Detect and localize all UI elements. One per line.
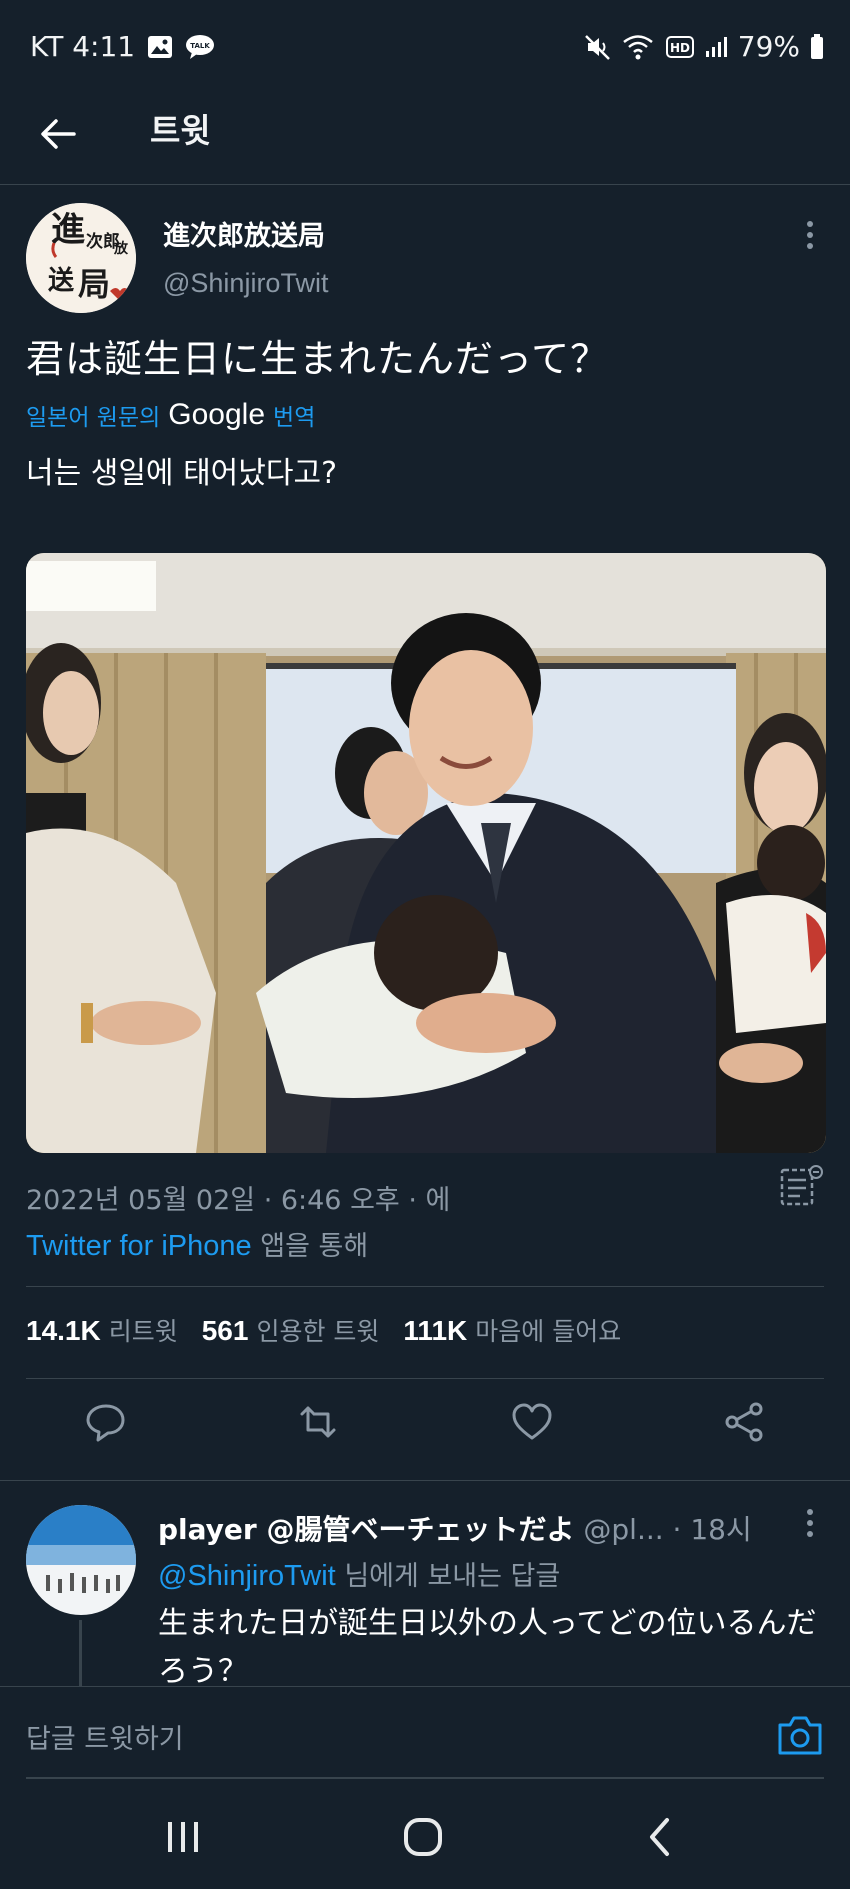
- svg-text:HD: HD: [670, 41, 690, 55]
- battery-icon: [810, 33, 824, 60]
- source-link[interactable]: Twitter for iPhone: [26, 1230, 252, 1262]
- reply-composer: 답글 트윗하기: [0, 1686, 850, 1779]
- like-icon[interactable]: [510, 1400, 554, 1444]
- author-name[interactable]: 進次郎放送局: [163, 214, 325, 253]
- reply-more-options-icon[interactable]: [800, 1506, 820, 1540]
- signal-icon: [704, 35, 728, 59]
- tweet-stats: 14.1K 리트윗 561 인용한 트윗 111K 마음에 들어요: [26, 1312, 621, 1348]
- replying-to-handle[interactable]: @ShinjiroTwit: [158, 1560, 336, 1592]
- status-bar: KT 4:11 TALK HD 79%: [0, 0, 850, 100]
- hd-icon: HD: [665, 35, 694, 58]
- tweet-text: 君は誕生日に生まれたんだって？: [26, 337, 610, 381]
- reply-author-name: player @腸管ベーチェットだよ: [158, 1513, 575, 1546]
- avatar-char-1: 進: [51, 210, 85, 250]
- avatar-char-3: 放: [113, 240, 129, 257]
- divider: [0, 1480, 850, 1481]
- replying-to-suffix: 님에게 보내는 답글: [344, 1561, 561, 1592]
- translate-prefix: 일본어 원문의: [26, 405, 161, 431]
- translate-suffix: 번역: [273, 405, 316, 431]
- retweet-icon[interactable]: [296, 1400, 340, 1444]
- reply-input[interactable]: 답글 트윗하기: [26, 1717, 184, 1756]
- translation-attribution[interactable]: 일본어 원문의 Google 번역: [26, 398, 315, 432]
- camera-icon[interactable]: [776, 1713, 824, 1757]
- divider: [26, 1378, 824, 1379]
- reply-author-avatar[interactable]: [26, 1505, 136, 1615]
- reply-underline: [26, 1777, 824, 1779]
- author-handle[interactable]: @ShinjiroTwit: [163, 268, 328, 299]
- divider: [26, 1286, 824, 1287]
- reply-icon[interactable]: [84, 1400, 128, 1444]
- tweet-source: Twitter for iPhone 앱을 통해: [26, 1224, 368, 1263]
- top-app-bar: 트윗: [0, 100, 850, 185]
- more-options-icon[interactable]: [800, 218, 820, 252]
- retweets-stat[interactable]: 14.1K 리트윗: [26, 1312, 178, 1348]
- tweet-photo[interactable]: [26, 553, 826, 1153]
- view-activity-icon[interactable]: [778, 1164, 824, 1210]
- author-avatar[interactable]: 進 次郎 放 送 局: [26, 203, 136, 313]
- back-nav-icon[interactable]: [636, 1812, 686, 1862]
- reply-author-line[interactable]: player @腸管ベーチェットだよ @pl... · 18시: [158, 1508, 752, 1548]
- source-suffix: 앱을 통해: [260, 1231, 369, 1262]
- avatar-char-5: 局: [78, 265, 110, 303]
- back-arrow-icon[interactable]: [36, 112, 80, 156]
- translated-text: 너는 생일에 태어났다고?: [26, 456, 337, 491]
- gallery-notification-icon: [147, 35, 173, 59]
- system-navigation-bar: [0, 1790, 850, 1889]
- tweet-actions: [0, 1400, 850, 1460]
- wifi-icon: [622, 33, 656, 61]
- status-carrier-time: KT 4:11: [30, 30, 136, 63]
- home-icon[interactable]: [398, 1812, 448, 1862]
- replying-to: @ShinjiroTwit 님에게 보내는 답글: [158, 1554, 560, 1593]
- page-title: 트윗: [150, 111, 211, 150]
- google-label: Google: [168, 398, 266, 431]
- tweet-timestamp: 2022년 05월 02일 · 6:46 오후 · 에: [26, 1185, 451, 1216]
- share-icon[interactable]: [722, 1400, 766, 1444]
- thread-line: [79, 1620, 82, 1686]
- battery-percent: 79%: [737, 30, 800, 63]
- reply-author-handle-time: @pl... · 18시: [583, 1513, 752, 1546]
- recent-apps-icon[interactable]: [158, 1812, 208, 1862]
- quotes-stat[interactable]: 561 인용한 트윗: [202, 1312, 380, 1348]
- avatar-char-4: 送: [48, 266, 74, 296]
- reply-text: 生まれた日が誕生日以外の人ってどの位いるんだろう？: [158, 1606, 817, 1689]
- talk-notification-icon: TALK: [185, 34, 215, 60]
- likes-stat[interactable]: 111K 마음에 들어요: [403, 1312, 621, 1348]
- svg-text:TALK: TALK: [190, 42, 210, 50]
- mute-icon: [584, 33, 612, 61]
